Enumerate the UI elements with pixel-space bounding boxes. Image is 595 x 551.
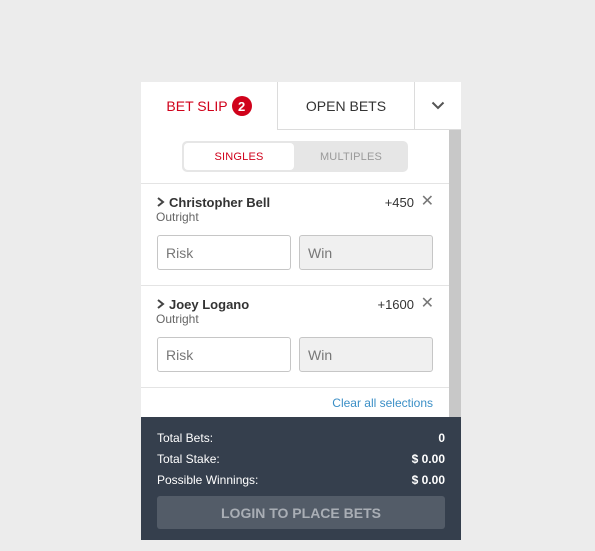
scrollbar[interactable]	[449, 130, 461, 417]
selection-name: Christopher Bell	[169, 195, 271, 210]
toggle-multiples[interactable]: MULTIPLES	[296, 143, 406, 170]
tab-bet-slip-label: BET SLIP	[166, 98, 228, 114]
toggle-singles[interactable]: SINGLES	[184, 143, 294, 170]
total-stake-label: Total Stake:	[157, 452, 220, 466]
close-icon[interactable]: ✕	[421, 193, 434, 211]
total-bets-value: 0	[438, 431, 445, 445]
total-stake-value: $ 0.00	[411, 452, 445, 466]
bet-summary-footer: Total Bets: 0 Total Stake: $ 0.00 Possib…	[141, 417, 461, 540]
bet-slip-tabs: BET SLIP 2 OPEN BETS	[141, 82, 461, 130]
collapse-toggle-button[interactable]	[414, 82, 461, 130]
toggle-multiples-label: MULTIPLES	[319, 150, 383, 163]
toggle-singles-label: SINGLES	[214, 150, 264, 163]
tab-bet-slip[interactable]: BET SLIP 2	[141, 82, 277, 130]
divider	[141, 387, 449, 388]
selection-name: Joey Logano	[169, 297, 250, 312]
possible-winnings-value: $ 0.00	[411, 473, 445, 487]
bet-type-toggle: SINGLES MULTIPLES	[182, 141, 408, 172]
selection-market: Outright	[156, 312, 199, 326]
chevron-right-icon[interactable]	[156, 197, 165, 207]
bet-count-badge: 2	[231, 96, 252, 116]
selection-item: Christopher Bell Outright +450 ✕	[141, 184, 449, 286]
total-bets-label: Total Bets:	[157, 431, 214, 445]
win-input[interactable]	[299, 235, 433, 270]
selection-odds: +1600	[377, 297, 414, 312]
win-input[interactable]	[299, 337, 433, 372]
selection-market: Outright	[156, 210, 199, 224]
clear-all-selections-link[interactable]: Clear all selections	[332, 396, 433, 410]
login-to-place-bets-button[interactable]: LOGIN TO PLACE BETS	[157, 496, 445, 529]
risk-input[interactable]	[157, 235, 291, 270]
tab-open-bets[interactable]: OPEN BETS	[277, 82, 414, 130]
selection-item: Joey Logano Outright +1600 ✕	[141, 286, 449, 388]
chevron-down-icon	[431, 101, 445, 110]
risk-input[interactable]	[157, 337, 291, 372]
selection-odds: +450	[384, 195, 414, 210]
close-icon[interactable]: ✕	[421, 295, 434, 313]
possible-winnings-label: Possible Winnings:	[157, 473, 259, 487]
chevron-right-icon[interactable]	[156, 299, 165, 309]
bet-slip-panel: BET SLIP 2 OPEN BETS SINGLES MULTIPLES C…	[141, 82, 461, 540]
tab-open-bets-label: OPEN BETS	[305, 97, 387, 114]
